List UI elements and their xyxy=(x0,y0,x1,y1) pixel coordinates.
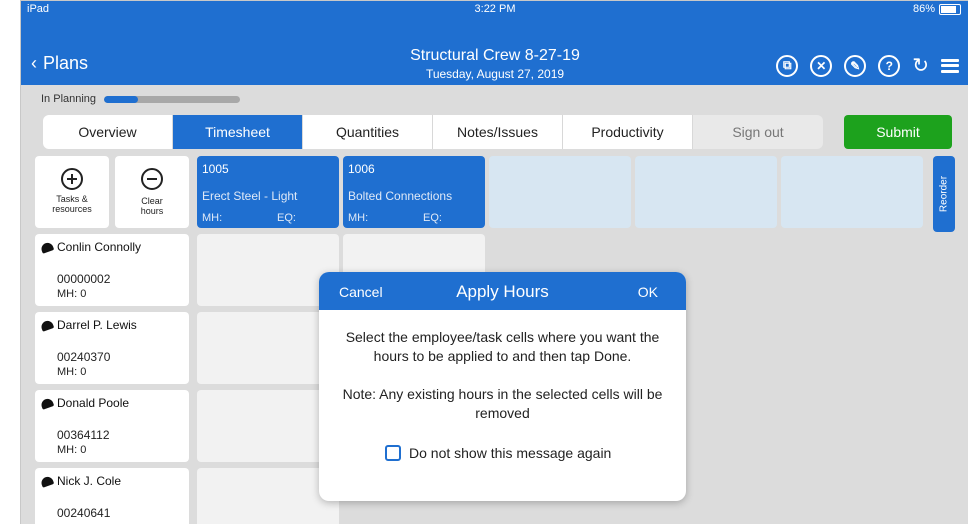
employee-name: Nick J. Cole xyxy=(57,474,122,488)
help-icon[interactable]: ? xyxy=(878,54,901,77)
employee-name: Conlin Connolly xyxy=(57,240,142,254)
planning-label: In Planning xyxy=(41,93,97,105)
dont-show-again-checkbox[interactable]: Do not show this message again xyxy=(385,445,611,461)
clear-hours-label-2: hours xyxy=(140,206,164,216)
employee-mh: MH: 0 xyxy=(57,366,87,378)
employee-row[interactable]: Conlin Connolly 00000002 MH: 0 xyxy=(35,234,189,306)
task-mh: MH: xyxy=(202,212,223,224)
apply-hours-dialog: Cancel Apply Hours OK Select the employe… xyxy=(319,272,686,501)
planning-status: In Planning xyxy=(41,93,241,105)
tab-overview[interactable]: Overview xyxy=(43,115,173,149)
task-code: 1005 xyxy=(202,162,229,176)
task-mh: MH: xyxy=(348,212,369,224)
dialog-ok-button[interactable]: OK xyxy=(638,284,658,300)
edit-icon[interactable]: ✎ xyxy=(844,54,867,77)
task-eq: EQ: xyxy=(423,212,442,224)
sign-out-button[interactable]: Sign out xyxy=(693,115,823,149)
employee-name: Darrel P. Lewis xyxy=(57,318,137,332)
task-code: 1006 xyxy=(348,162,375,176)
header-actions: ⧉ ✕ ✎ ? ↻ xyxy=(776,53,959,78)
copy-icon[interactable]: ⧉ xyxy=(776,54,799,77)
hard-hat-icon xyxy=(39,396,55,410)
employee-row[interactable]: Nick J. Cole 00240641 xyxy=(35,468,189,524)
timesheet-cell[interactable] xyxy=(197,234,339,306)
planning-progress-fill xyxy=(104,95,139,103)
timesheet-cell[interactable] xyxy=(197,390,339,462)
tab-productivity[interactable]: Productivity xyxy=(563,115,693,149)
employee-row[interactable]: Donald Poole 00364112 MH: 0 xyxy=(35,390,189,462)
battery-icon xyxy=(939,3,961,15)
task-name: Erect Steel - Light xyxy=(202,189,298,203)
task-eq: EQ: xyxy=(277,212,296,224)
hard-hat-icon xyxy=(39,474,55,488)
status-time: 3:22 PM xyxy=(474,3,516,15)
planning-progress-bar xyxy=(104,95,241,103)
employee-name: Donald Poole xyxy=(57,396,130,410)
clear-hours-button[interactable]: Clear hours xyxy=(115,156,189,228)
employee-id: 00364112 xyxy=(57,428,110,442)
battery-percent: 86% xyxy=(912,3,935,15)
status-right: 86% xyxy=(913,3,961,15)
employee-id: 00000002 xyxy=(57,272,111,286)
tasks-resources-label-1: Tasks & xyxy=(56,194,88,204)
dialog-title: Apply Hours xyxy=(456,282,549,301)
reorder-button[interactable]: Reorder xyxy=(933,156,955,232)
empty-task-slot[interactable] xyxy=(635,156,777,228)
employee-id: 00240641 xyxy=(57,506,111,520)
app-frame: iPad 3:22 PM 86% ‹ Plans Structural Crew… xyxy=(20,0,968,524)
dialog-note: Note: Any existing hours in the selected… xyxy=(342,386,663,421)
timesheet-cell[interactable] xyxy=(197,468,339,524)
tasks-resources-button[interactable]: Tasks & resources xyxy=(35,156,109,228)
task-name: Bolted Connections xyxy=(348,189,453,203)
minus-circle-icon xyxy=(141,168,163,190)
trash-icon[interactable]: ✕ xyxy=(810,54,833,77)
clear-hours-label-1: Clear xyxy=(141,196,163,206)
menu-icon[interactable] xyxy=(941,58,959,73)
hard-hat-icon xyxy=(39,240,55,254)
hard-hat-icon xyxy=(39,318,55,332)
employee-mh: MH: 0 xyxy=(57,288,87,300)
employee-id: 00240370 xyxy=(57,350,111,364)
plus-circle-icon xyxy=(61,168,83,190)
tab-timesheet[interactable]: Timesheet xyxy=(173,115,303,149)
employee-row[interactable]: Darrel P. Lewis 00240370 MH: 0 xyxy=(35,312,189,384)
header-bar: iPad 3:22 PM 86% ‹ Plans Structural Crew… xyxy=(21,1,968,85)
task-column-1006[interactable]: 1006 Bolted Connections MH: EQ: xyxy=(343,156,485,228)
tasks-resources-label-2: resources xyxy=(52,204,92,214)
refresh-icon[interactable]: ↻ xyxy=(912,53,929,78)
checkbox-label: Do not show this message again xyxy=(409,445,612,461)
task-column-1005[interactable]: 1005 Erect Steel - Light MH: EQ: xyxy=(197,156,339,228)
timesheet-cell[interactable] xyxy=(197,312,339,384)
dialog-header: Cancel Apply Hours OK xyxy=(319,272,686,310)
employee-mh: MH: 0 xyxy=(57,444,87,456)
empty-task-slot[interactable] xyxy=(489,156,631,228)
dialog-message: Select the employee/task cells where you… xyxy=(345,329,660,364)
tab-bar: Overview Timesheet Quantities Notes/Issu… xyxy=(43,115,823,149)
submit-button[interactable]: Submit xyxy=(844,115,952,149)
checkbox-icon[interactable] xyxy=(385,445,401,461)
tab-quantities[interactable]: Quantities xyxy=(303,115,433,149)
empty-task-slot[interactable] xyxy=(781,156,923,228)
tab-notes-issues[interactable]: Notes/Issues xyxy=(433,115,563,149)
